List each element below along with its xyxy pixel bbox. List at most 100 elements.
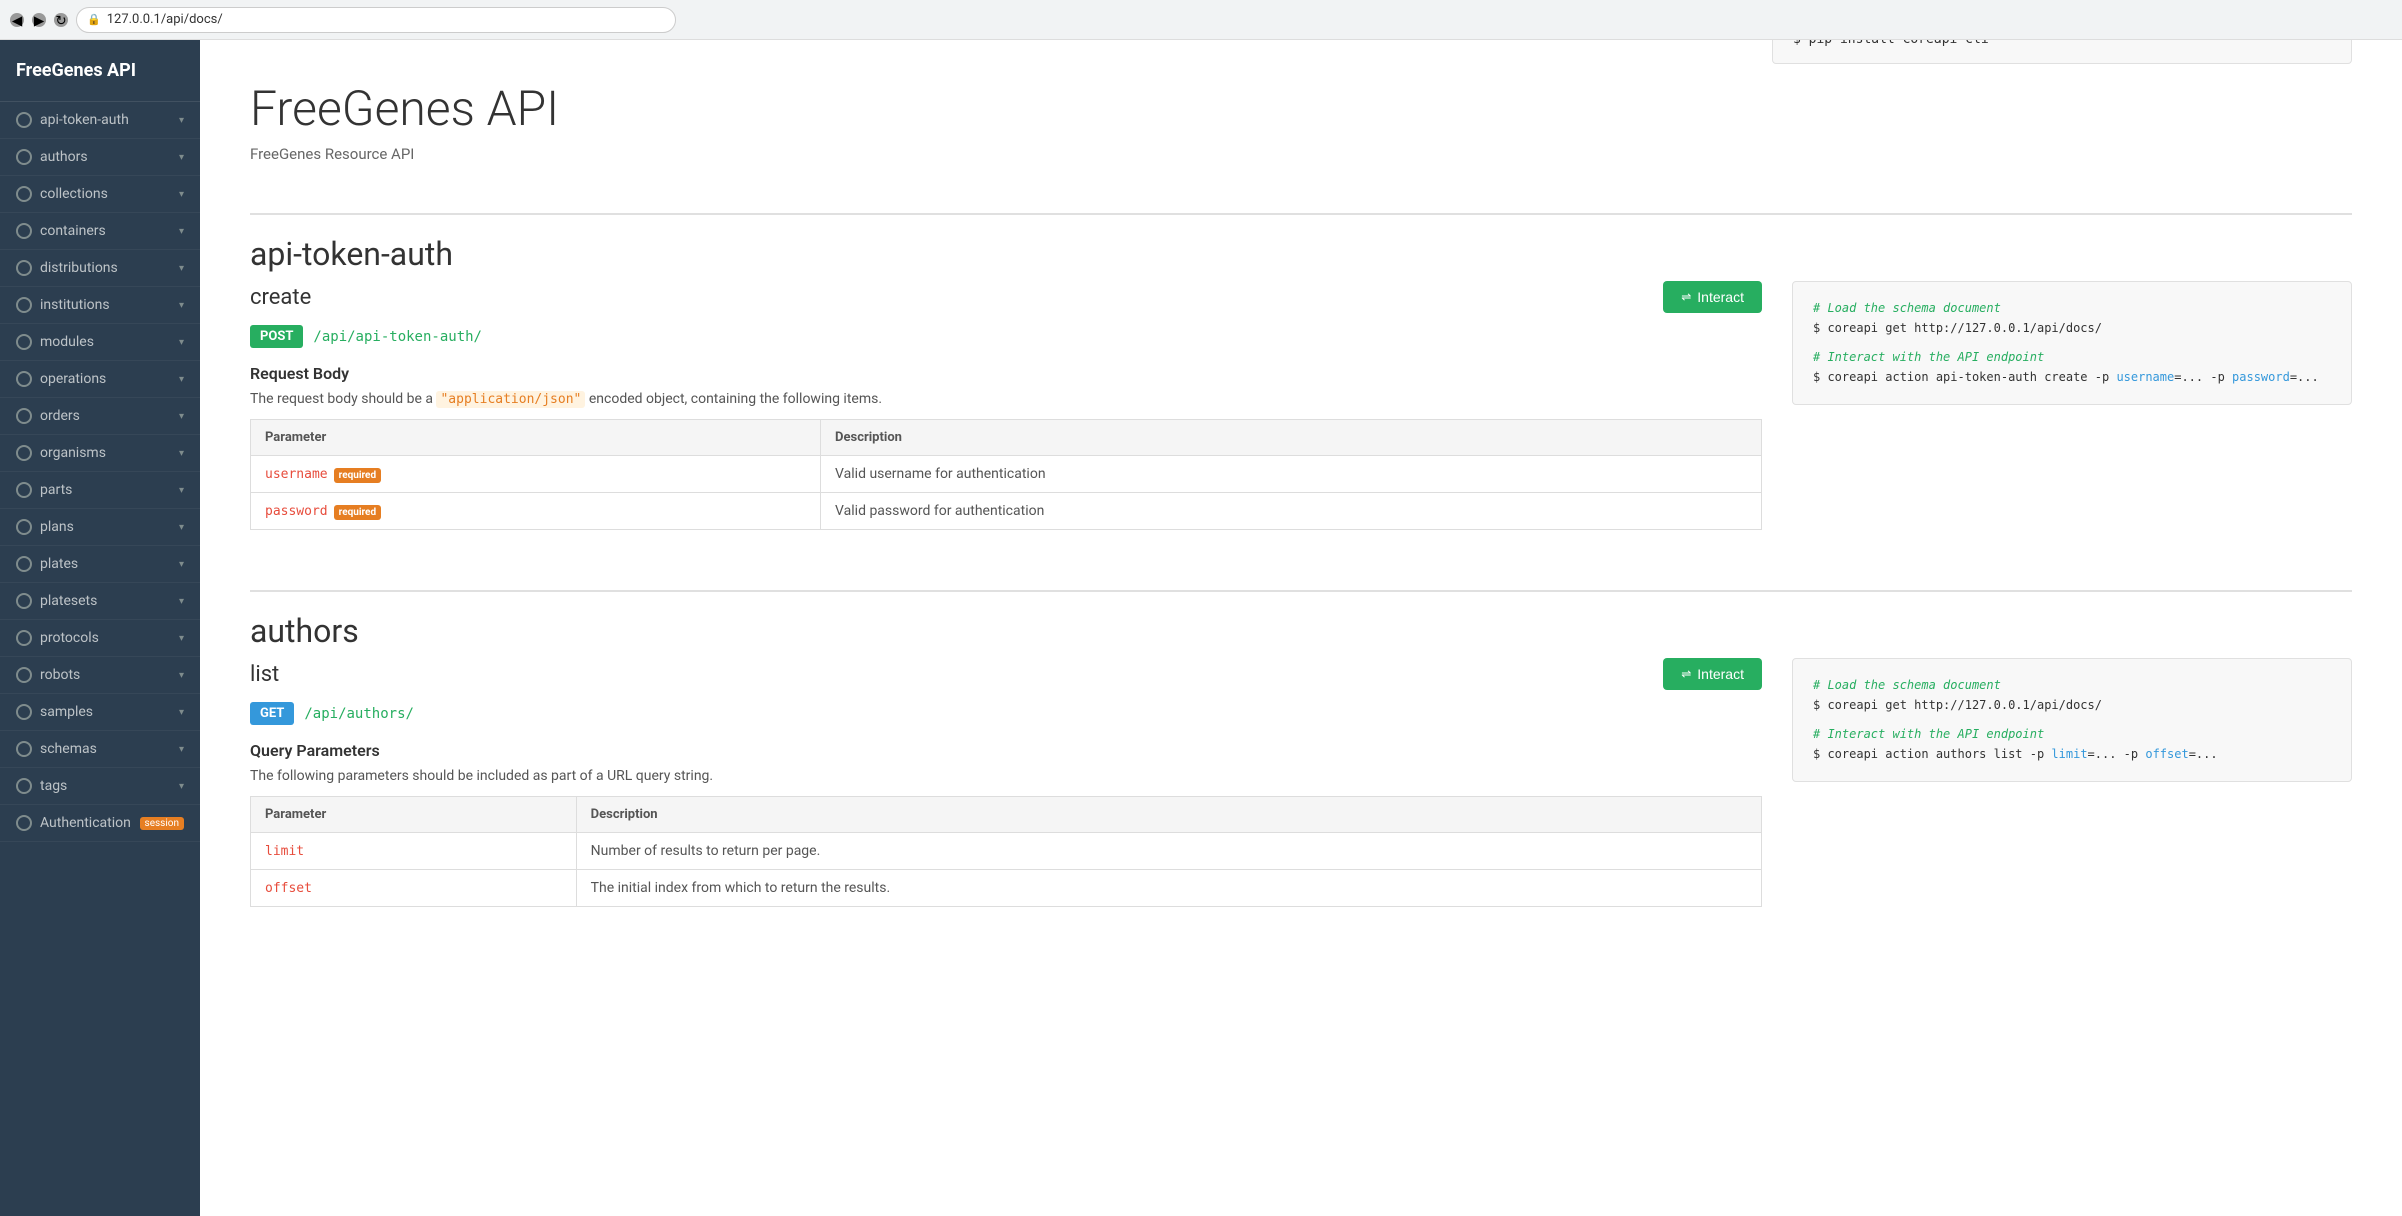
chevron-down-icon: ▾ xyxy=(179,744,184,755)
sidebar-item-plans[interactable]: plans▾ xyxy=(0,509,200,546)
interact-icon: ⇌ xyxy=(1681,290,1691,304)
sidebar-item-operations[interactable]: operations ▾ xyxy=(0,361,200,398)
browser-chrome: ◀ ▶ ↻ 🔒 127.0.0.1/api/docs/ xyxy=(0,0,2402,40)
sidebar-item-containers[interactable]: containers▾ xyxy=(0,213,200,250)
code-comment-1: # Load the schema document xyxy=(1813,298,2331,318)
install-command: $ pip install coreapi-cli xyxy=(1793,40,2331,47)
endpoint-left: create ⇌Interact POST/api/api-token-auth/R… xyxy=(250,281,1762,550)
sidebar-item-authentication-session[interactable]: Authentication session xyxy=(0,805,200,842)
body-description: The request body should be a "applicatio… xyxy=(250,391,1762,407)
forward-button[interactable]: ▶ xyxy=(32,13,46,27)
param-desc-cell: The initial index from which to return t… xyxy=(576,870,1761,907)
param-desc-cell: Number of results to return per page. xyxy=(576,833,1761,870)
sidebar-item-schemas[interactable]: schemas▾ xyxy=(0,731,200,768)
sidebar-item-label: parts xyxy=(40,482,72,498)
param-name-cell: usernamerequired xyxy=(251,456,821,493)
sidebar-item-plates[interactable]: plates ▾ xyxy=(0,546,200,583)
page-title: FreeGenes API xyxy=(250,80,2352,137)
param-col-header: Parameter xyxy=(251,420,821,456)
circle-icon xyxy=(16,297,32,313)
param-desc-cell: Valid password for authentication xyxy=(821,493,1762,530)
install-code-box: # Install the command line client $ pip … xyxy=(1772,40,2352,64)
sidebar-item-label: institutions xyxy=(40,297,110,313)
sidebar-item-label: samples xyxy=(40,704,93,720)
sidebar-item-authors[interactable]: authors▾ xyxy=(0,139,200,176)
circle-icon xyxy=(16,815,32,831)
lock-icon: 🔒 xyxy=(87,13,101,26)
table-row: passwordrequiredValid password for authe… xyxy=(251,493,1762,530)
session-badge: session xyxy=(140,817,184,830)
sidebar-item-protocols[interactable]: protocols▾ xyxy=(0,620,200,657)
circle-icon xyxy=(16,667,32,683)
interact-button[interactable]: ⇌Interact xyxy=(1663,658,1762,690)
param-name-cell: offset xyxy=(251,870,577,907)
sidebar-item-orders[interactable]: orders▾ xyxy=(0,398,200,435)
sidebar-item-distributions[interactable]: distributions▾ xyxy=(0,250,200,287)
sidebar-item-robots[interactable]: robots▾ xyxy=(0,657,200,694)
chevron-down-icon: ▾ xyxy=(179,448,184,459)
endpoint-path: /api/authors/ xyxy=(304,706,414,722)
chevron-down-icon: ▾ xyxy=(179,781,184,792)
desc-col-header: Description xyxy=(821,420,1762,456)
reload-button[interactable]: ↻ xyxy=(54,13,68,27)
chevron-down-icon: ▾ xyxy=(179,300,184,311)
required-badge: required xyxy=(334,505,381,520)
sidebar-item-label: organisms xyxy=(40,445,106,461)
sidebar-item-label: modules xyxy=(40,334,94,350)
back-button[interactable]: ◀ xyxy=(10,13,24,27)
param-table: ParameterDescriptionlimitNumber of resul… xyxy=(250,796,1762,907)
interact-button[interactable]: ⇌Interact xyxy=(1663,281,1762,313)
endpoint-header: list⇌Interact xyxy=(250,658,1762,690)
sidebar-nav: api-token-auth▾authors▾collections▾conta… xyxy=(0,102,200,842)
code-panel: # Load the schema document $ coreapi get… xyxy=(1792,281,2352,405)
circle-icon xyxy=(16,408,32,424)
sidebar-item-label: robots xyxy=(40,667,80,683)
circle-icon xyxy=(16,556,32,572)
sidebar-item-organisms[interactable]: organisms ▾ xyxy=(0,435,200,472)
body-title: Request Body xyxy=(250,364,1762,383)
sidebar-item-modules[interactable]: modules ▾ xyxy=(0,324,200,361)
circle-icon xyxy=(16,371,32,387)
endpoint-title: create xyxy=(250,285,311,310)
sidebar-item-institutions[interactable]: institutions ▾ xyxy=(0,287,200,324)
body-description: The following parameters should be inclu… xyxy=(250,768,1762,784)
sidebar-item-label: operations xyxy=(40,371,106,387)
circle-icon xyxy=(16,630,32,646)
endpoint-right: # Load the schema document $ coreapi get… xyxy=(1792,658,2352,927)
circle-icon xyxy=(16,149,32,165)
code-line-2: $ coreapi get http://127.0.0.1/api/docs/ xyxy=(1813,695,2331,715)
app-container: FreeGenes API api-token-auth▾authors▾col… xyxy=(0,40,2402,1216)
sidebar-item-label: plates xyxy=(40,556,78,572)
url-text: 127.0.0.1/api/docs/ xyxy=(107,12,223,27)
endpoint-header: create ⇌Interact xyxy=(250,281,1762,313)
sidebar: FreeGenes API api-token-auth▾authors▾col… xyxy=(0,40,200,1216)
circle-icon xyxy=(16,260,32,276)
section-heading-authors: authors xyxy=(250,612,2352,650)
chevron-down-icon: ▾ xyxy=(179,559,184,570)
sidebar-item-tags[interactable]: tags▾ xyxy=(0,768,200,805)
sidebar-item-label: Authentication xyxy=(40,815,131,831)
sidebar-item-platesets[interactable]: platesets▾ xyxy=(0,583,200,620)
address-bar[interactable]: 🔒 127.0.0.1/api/docs/ xyxy=(76,7,676,33)
circle-icon xyxy=(16,704,32,720)
circle-icon xyxy=(16,741,32,757)
endpoint-path: /api/api-token-auth/ xyxy=(313,329,482,345)
sidebar-item-samples[interactable]: samples▾ xyxy=(0,694,200,731)
sidebar-item-api-token-auth[interactable]: api-token-auth▾ xyxy=(0,102,200,139)
param-name: limit xyxy=(265,844,304,859)
code-panel: # Load the schema document $ coreapi get… xyxy=(1792,658,2352,782)
chevron-down-icon: ▾ xyxy=(179,337,184,348)
endpoint-left: list⇌InteractGET/api/authors/Query Param… xyxy=(250,658,1762,927)
code-comment-2: # Interact with the API endpoint xyxy=(1813,347,2331,367)
param-name: username xyxy=(265,467,328,482)
circle-icon xyxy=(16,112,32,128)
sidebar-item-label: platesets xyxy=(40,593,97,609)
sidebar-item-collections[interactable]: collections▾ xyxy=(0,176,200,213)
circle-icon xyxy=(16,334,32,350)
sidebar-item-label: protocols xyxy=(40,630,99,646)
endpoint-url-row: POST/api/api-token-auth/ xyxy=(250,325,1762,348)
sidebar-item-parts[interactable]: parts▾ xyxy=(0,472,200,509)
code-line-4: $ coreapi action authors list -p limit=.… xyxy=(1813,744,2331,764)
chevron-down-icon: ▾ xyxy=(179,374,184,385)
param-name-cell: passwordrequired xyxy=(251,493,821,530)
